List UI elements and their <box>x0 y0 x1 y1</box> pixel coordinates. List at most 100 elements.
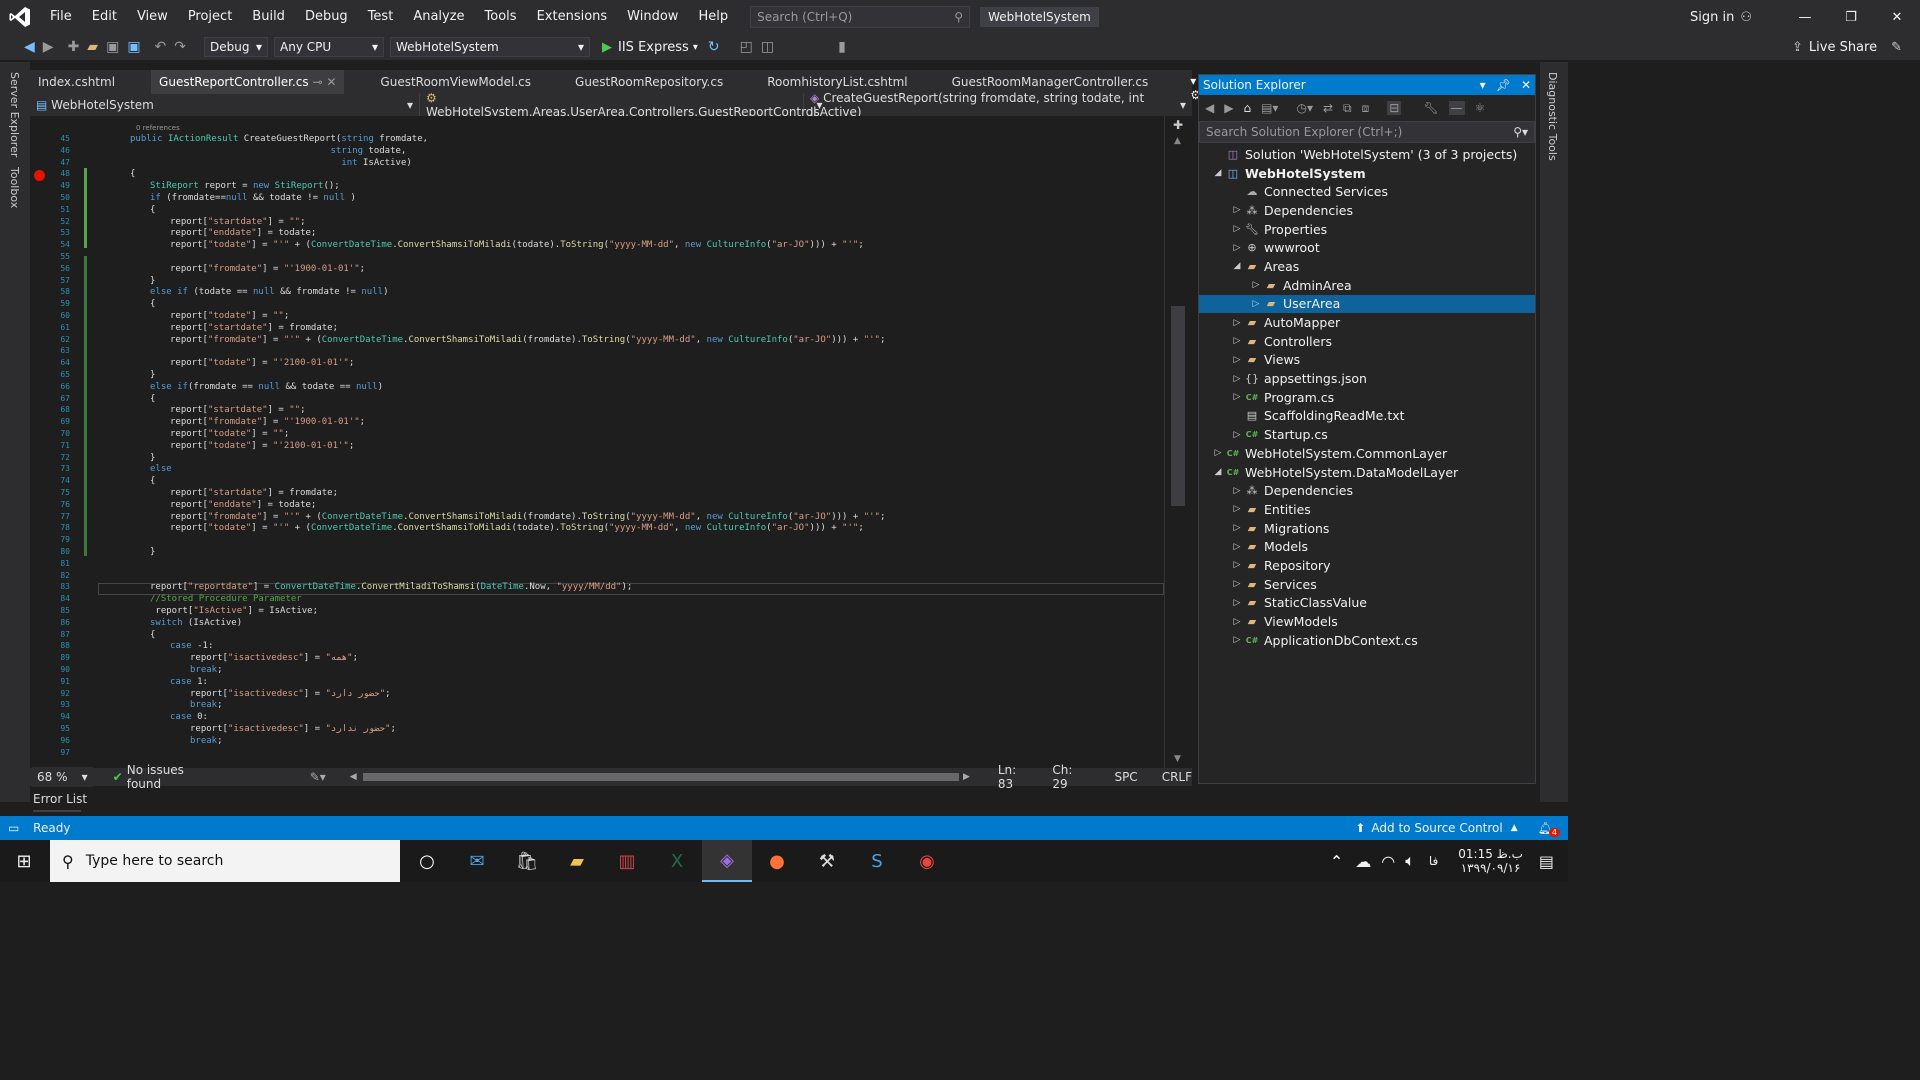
code-line[interactable]: switch (IsActive) <box>150 618 242 630</box>
save-icon[interactable]: ▣ <box>106 39 119 55</box>
volume-icon[interactable]: 🔈︎ <box>1405 851 1415 871</box>
tree-item[interactable]: ☁ Connected Services <box>1199 182 1535 201</box>
zoom-dropdown[interactable]: 68 % ▾ <box>32 767 93 787</box>
tree-item[interactable]: ◢ ▰ Areas <box>1199 257 1535 276</box>
configuration-dropdown[interactable]: Debug ▾ <box>204 37 269 57</box>
tree-item[interactable]: ▷ ▰ Migrations <box>1199 519 1535 538</box>
tree-item[interactable]: ▷ ▰ Controllers <box>1199 332 1535 351</box>
code-line[interactable]: { <box>130 169 135 181</box>
windows-start-icon[interactable]: ⊞ <box>0 851 48 872</box>
back-icon[interactable]: ◀ <box>1205 101 1214 115</box>
project-dropdown[interactable]: ▤ WebHotelSystem ▾ <box>30 94 420 116</box>
expand-arrow-icon[interactable]: ▷ <box>1230 430 1244 440</box>
scrollbar-thumb[interactable] <box>1171 306 1185 506</box>
tree-item[interactable]: ▤ ScaffoldingReadMe.txt <box>1199 407 1535 426</box>
save-all-icon[interactable]: ▣ <box>127 39 140 55</box>
bookmark-icon[interactable]: ▮ <box>838 39 846 55</box>
code-line[interactable]: case 0: <box>170 712 208 724</box>
code-line[interactable]: report["todate"] = "'" + (ConvertDateTim… <box>170 240 864 252</box>
code-line[interactable]: else if(fromdate == null && todate == nu… <box>150 382 383 394</box>
output-window-icon[interactable]: ▭ <box>8 821 19 835</box>
line-number-indicator[interactable]: Ln: 83 <box>998 763 1034 791</box>
sync-icon[interactable]: ⇄ <box>1323 101 1333 115</box>
tree-item[interactable]: ▷ ▰ AdminArea <box>1199 276 1535 295</box>
code-line[interactable]: report["todate"] = ""; <box>170 429 289 441</box>
line-ending-indicator[interactable]: CRLF <box>1162 770 1192 784</box>
scroll-right-icon[interactable]: ▶ <box>963 772 970 782</box>
menu-item-edit[interactable]: Edit <box>82 0 127 34</box>
code-line[interactable]: break; <box>190 736 223 748</box>
tree-item[interactable]: ▷ ⁂ Dependencies <box>1199 201 1535 220</box>
language-indicator[interactable]: فا <box>1429 854 1438 868</box>
menu-item-build[interactable]: Build <box>242 0 295 34</box>
feedback-icon[interactable]: ✎ <box>1891 40 1902 55</box>
menu-item-window[interactable]: Window <box>617 0 688 34</box>
expand-arrow-icon[interactable]: ▷ <box>1230 523 1244 533</box>
tree-item[interactable]: ▷ C# Program.cs <box>1199 388 1535 407</box>
platform-dropdown[interactable]: Any CPU ▾ <box>274 37 385 57</box>
user-icon[interactable]: ⚇ <box>1740 10 1752 25</box>
excel-icon[interactable]: X <box>652 840 702 882</box>
close-window-button[interactable]: ✕ <box>1874 10 1920 25</box>
stimulsoft-icon[interactable]: S <box>852 840 902 882</box>
expand-arrow-icon[interactable]: ▷ <box>1230 205 1244 215</box>
code-line[interactable]: report["isactivedesc"] = "همه"; <box>190 653 358 665</box>
tree-item[interactable]: ▷ ▰ Views <box>1199 351 1535 370</box>
switch-views-icon[interactable]: ▤▾ <box>1261 101 1278 115</box>
toolbox-tab[interactable]: Toolbox <box>8 167 21 208</box>
menu-item-view[interactable]: View <box>127 0 178 34</box>
code-line[interactable]: case 1: <box>170 677 208 689</box>
code-line[interactable]: report["todate"] = "'" + (ConvertDateTim… <box>170 523 864 535</box>
tab-document[interactable]: GuestReportController.cs ⊸ ✕ <box>151 70 345 94</box>
menu-item-analyze[interactable]: Analyze <box>403 0 474 34</box>
tools-icon[interactable]: ⚒ <box>802 840 852 882</box>
code-cleanup-icon[interactable]: ✎▾ <box>310 770 326 784</box>
minimize-button[interactable]: — <box>1782 10 1828 25</box>
run-icon[interactable]: ▶ <box>602 40 612 55</box>
issues-label[interactable]: No issues found <box>127 763 220 791</box>
expand-arrow-icon[interactable]: ▷ <box>1230 392 1244 402</box>
file-explorer-icon[interactable]: ▰ <box>552 840 602 882</box>
code-line[interactable]: } <box>150 547 155 559</box>
whitespace-indicator[interactable]: SPC <box>1114 770 1137 784</box>
code-line[interactable]: report["enddate"] = todate; <box>170 228 316 240</box>
tree-item[interactable]: ▷ C# WebHotelSystem.CommonLayer <box>1199 444 1535 463</box>
code-line[interactable]: report["fromdate"] = "'" + (ConvertDateT… <box>170 512 885 524</box>
browser-link-icon[interactable]: ◰ <box>740 39 753 55</box>
wifi-icon[interactable]: ◠ <box>1381 852 1395 871</box>
startup-project-dropdown[interactable]: WebHotelSystem ▾ <box>390 37 591 57</box>
code-line[interactable]: report["startdate"] = ""; <box>170 217 306 229</box>
expand-arrow-icon[interactable]: ▷ <box>1230 224 1244 234</box>
minus-icon[interactable]: — <box>1448 101 1465 115</box>
code-line[interactable]: break; <box>190 700 223 712</box>
collapse-all-icon[interactable]: ⧉ <box>1343 101 1352 116</box>
code-line[interactable]: report["startdate"] = fromdate; <box>170 488 338 500</box>
chrome-icon[interactable]: ◉ <box>902 840 952 882</box>
menu-item-debug[interactable]: Debug <box>295 0 358 34</box>
code-line[interactable]: report["isactivedesc"] = "حضور ندارد"; <box>190 724 396 736</box>
expand-arrow-icon[interactable]: ▷ <box>1249 299 1263 309</box>
new-project-icon[interactable]: ✚ <box>68 39 80 55</box>
column-indicator[interactable]: Ch: 29 <box>1052 763 1090 791</box>
tree-item[interactable]: ▷ ▰ Models <box>1199 537 1535 556</box>
menu-item-help[interactable]: Help <box>688 0 738 34</box>
firefox-icon[interactable]: ● <box>752 840 802 882</box>
chevron-up-icon[interactable]: ⌃ <box>1330 852 1343 871</box>
tree-item[interactable]: ◫ Solution 'WebHotelSystem' (3 of 3 proje… <box>1199 145 1535 164</box>
sign-in-button[interactable]: Sign in <box>1690 10 1734 25</box>
breakpoint-icon[interactable] <box>34 170 45 181</box>
collapse-arrow-icon[interactable]: ◢ <box>1211 467 1225 477</box>
expand-arrow-icon[interactable]: ▷ <box>1230 617 1244 627</box>
cortana-icon[interactable]: ○ <box>402 840 452 882</box>
tree-item[interactable]: ▷{} appsettings.json <box>1199 369 1535 388</box>
code-line[interactable]: public IActionResult CreateGuestReport(s… <box>130 134 428 146</box>
code-line[interactable]: case -1: <box>170 641 213 653</box>
tree-item[interactable]: ▷ ▰ Repository <box>1199 556 1535 575</box>
expand-arrow-icon[interactable]: ▷ <box>1230 374 1244 384</box>
screenshot-icon[interactable]: ◫ <box>761 39 774 55</box>
expand-arrow-icon[interactable]: ▷ <box>1230 598 1244 608</box>
menu-item-extensions[interactable]: Extensions <box>527 0 618 34</box>
code-line[interactable]: report["todate"] = "'2100-01-01'"; <box>170 358 354 370</box>
properties-wrench-icon[interactable]: 🔧︎ <box>1423 101 1438 115</box>
code-line[interactable]: } <box>150 453 155 465</box>
